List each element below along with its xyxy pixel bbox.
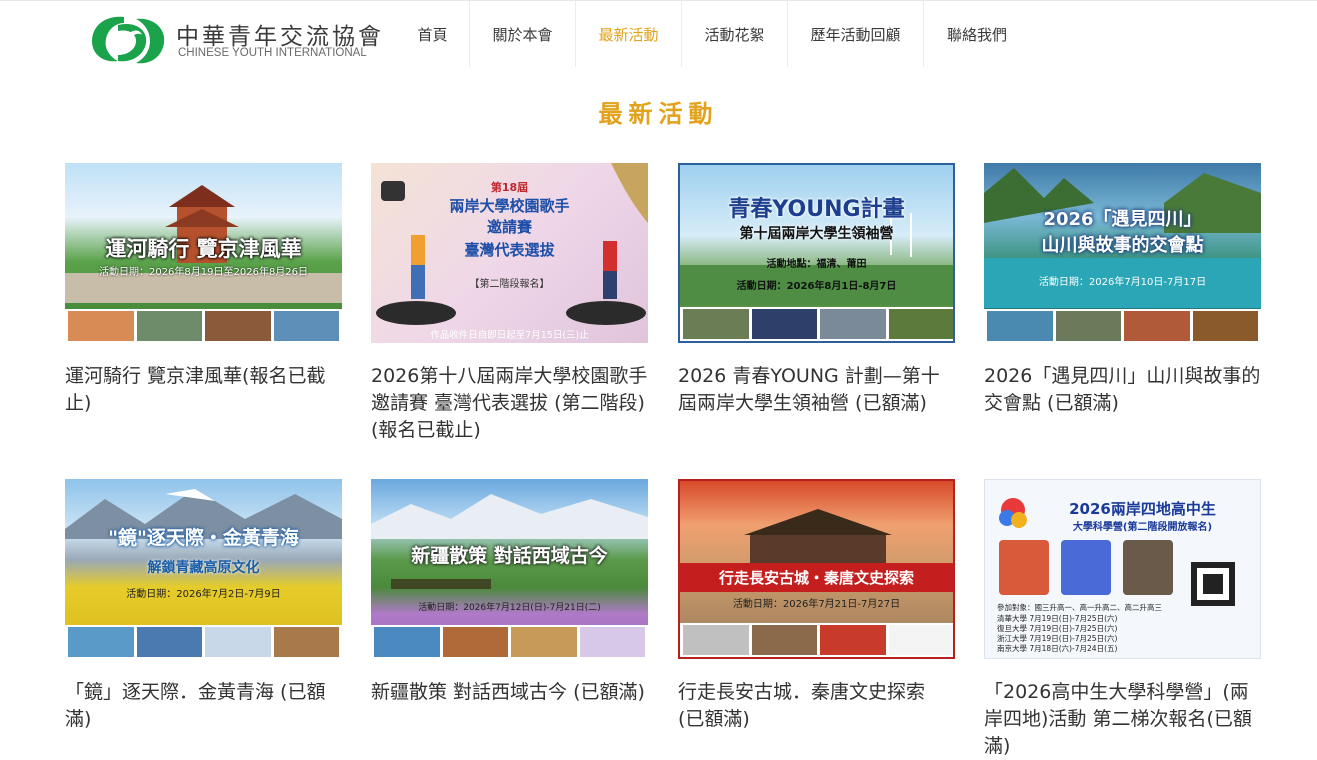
photo-strip <box>680 623 953 657</box>
schedule-item: 復旦大學 7月19日(日)-7月25日(六) <box>997 624 1118 633</box>
banner-text: 兩岸大學校園歌手 <box>449 197 570 215</box>
banner-text-2: 第十屆兩岸大學生領袖營 <box>739 226 894 242</box>
banner-text: "鏡"逐天際・金黃青海 <box>108 527 299 549</box>
photo-strip <box>65 625 342 659</box>
event-title[interactable]: 「鏡」逐天際．金黃青海 (已額滿) <box>65 679 342 733</box>
banner-sub: 活動日期：2026年7月12日(日)-7月21日(二) <box>418 603 601 613</box>
banner-sub: 活動日期：2026年7月10日-7月17日 <box>1038 277 1207 288</box>
event-thumbnail[interactable]: 2026「遇見四川」 山川與故事的交會點 活動日期：2026年7月10日-7月1… <box>984 163 1261 343</box>
main-nav: 首頁 關於本會 最新活動 活動花絮 歷年活動回顧 聯絡我們 <box>396 1 1030 67</box>
event-thumbnail[interactable]: 青春YOUNG計畫 第十屆兩岸大學生領袖營 活動地點：福清、莆田 活動日期：20… <box>678 163 955 343</box>
banner-text-2: 大學科學營(第二階段開放報名) <box>1072 522 1213 533</box>
banner-text: 行走長安古城・秦唐文史探索 <box>680 563 953 592</box>
banner-text: 新疆散策 對話西域古今 <box>411 545 608 567</box>
nav-item-latest-events[interactable]: 最新活動 <box>576 1 682 67</box>
banner-text: 2026兩岸四地高中生 <box>1069 500 1216 518</box>
brand-name-en: CHINESE YOUTH INTERNATIONAL <box>178 47 367 59</box>
event-thumbnail[interactable]: 第18屆 兩岸大學校園歌手 邀請賽 臺灣代表選拔 【第二階段報名】 作品收件日自… <box>371 163 648 343</box>
event-title[interactable]: 行走長安古城．秦唐文史探索 (已額滿) <box>678 679 955 733</box>
photo-strip <box>984 309 1261 343</box>
event-title[interactable]: 新疆散策 對話西域古今 (已額滿) <box>371 679 648 706</box>
banner-sub: 【第二階段報名】 <box>469 279 550 290</box>
photo-strip <box>371 625 648 659</box>
nav-item-home[interactable]: 首頁 <box>396 1 470 67</box>
banner-sub-2: 作品收件日自即日起至7月15日(三)止 <box>430 330 589 341</box>
banner-sub: 活動地點：福清、莆田 <box>766 259 867 270</box>
section-title: 最新活動 <box>598 100 719 128</box>
schedule-item: 清華大學 7月19日(日)-7月25日(六) <box>997 614 1118 623</box>
site-logo[interactable]: 中華青年交流協會 CHINESE YOUTH INTERNATIONAL <box>88 11 381 67</box>
banner-text-2: 山川與故事的交會點 <box>1041 235 1204 256</box>
banner-text-2: 邀請賽 <box>486 218 532 236</box>
event-thumbnail[interactable]: 2026兩岸四地高中生 大學科學營(第二階段開放報名) 參加對象：國三升高一、高… <box>984 479 1261 659</box>
event-thumbnail[interactable]: 新疆散策 對話西域古今 活動日期：2026年7月12日(日)-7月21日(二) <box>371 479 648 659</box>
site-header: 中華青年交流協會 CHINESE YOUTH INTERNATIONAL 首頁 … <box>0 0 1317 71</box>
nav-item-past-events[interactable]: 歷年活動回顧 <box>788 1 924 67</box>
event-thumbnail[interactable]: 行走長安古城・秦唐文史探索 活動日期：2026年7月21日-7月27日 <box>678 479 955 659</box>
event-title[interactable]: 2026 青春YOUNG 計劃—第十屆兩岸大學生領袖營 (已額滿) <box>678 363 955 417</box>
event-title[interactable]: 2026第十八屆兩岸大學校園歌手邀請賽 臺灣代表選拔 (第二階段)(報名已截止) <box>371 363 648 444</box>
event-title[interactable]: 運河騎行 覽京津風華(報名已截止) <box>65 363 342 417</box>
schedule-item: 南京大學 7月18日(六)-7月24日(五) <box>997 644 1118 653</box>
photo-strip <box>65 309 342 343</box>
banner-text-2: 解鎖青藏高原文化 <box>147 560 260 576</box>
nav-item-contact[interactable]: 聯絡我們 <box>924 1 1030 67</box>
banner-text: 青春YOUNG計畫 <box>728 197 905 222</box>
banner-text-3: 臺灣代表選拔 <box>464 241 555 259</box>
logo-mark-icon <box>92 16 165 64</box>
banner-text: 2026「遇見四川」 <box>1043 209 1202 230</box>
event-thumbnail[interactable]: "鏡"逐天際・金黃青海 解鎖青藏高原文化 活動日期：2026年7月2日-7月9日 <box>65 479 342 659</box>
schedule-list: 清華大學 7月19日(日)-7月25日(六) 復旦大學 7月19日(日)-7月2… <box>997 614 1117 654</box>
banner-sub-2: 活動日期：2026年8月1日-8月7日 <box>736 281 897 292</box>
event-title[interactable]: 2026「遇見四川」山川與故事的交會點 (已額滿) <box>984 363 1261 417</box>
banner-sub: 活動日期：2026年7月21日-7月27日 <box>732 599 901 610</box>
event-thumbnail[interactable]: 運河騎行 覽京津風華 活動日期：2026年8月19日至2026年8月26日 <box>65 163 342 343</box>
nav-item-highlights[interactable]: 活動花絮 <box>682 1 788 67</box>
schedule-item: 浙江大學 7月19日(日)-7月25日(六) <box>997 634 1118 643</box>
banner-edition: 第18屆 <box>490 181 529 194</box>
banner-text: 運河騎行 覽京津風華 <box>105 237 302 261</box>
nav-item-about[interactable]: 關於本會 <box>470 1 576 67</box>
banner-sub: 參加對象：國三升高一、高一升高二、高二升高三 <box>997 603 1162 612</box>
photo-strip <box>680 307 953 341</box>
banner-sub: 活動日期：2026年8月19日至2026年8月26日 <box>98 267 309 278</box>
banner-sub: 活動日期：2026年7月2日-7月9日 <box>126 589 281 600</box>
event-title[interactable]: 「2026高中生大學科學營」(兩岸四地)活動 第二梯次報名(已額滿) <box>984 679 1261 760</box>
brand-name-cn: 中華青年交流協會 <box>176 24 384 50</box>
